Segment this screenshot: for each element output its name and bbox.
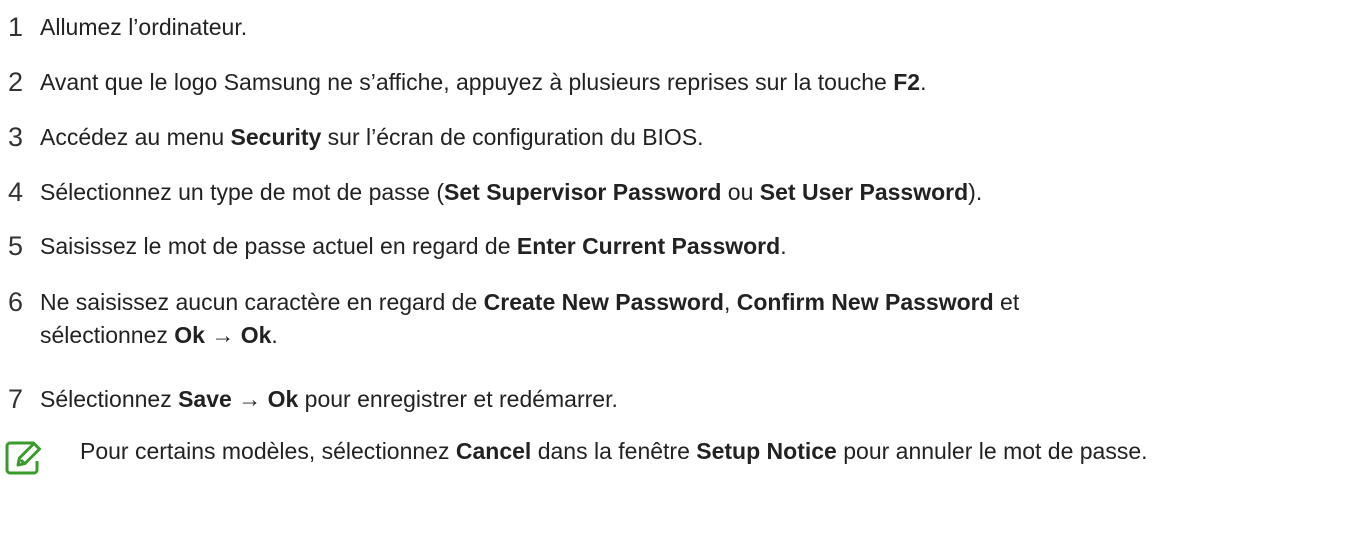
ui-term: Setup Notice — [696, 438, 837, 464]
step-number: 6 — [8, 287, 24, 317]
text-run: → — [231, 386, 268, 412]
ui-term: F2 — [893, 69, 921, 95]
text-run: → — [204, 322, 241, 348]
text-run: . — [780, 233, 787, 259]
text-run: Pour certains modèles, sélectionnez — [80, 438, 456, 464]
text-run: pour annuler le mot de passe. — [836, 438, 1148, 464]
text-run: Sélectionnez — [40, 386, 179, 412]
text-run: Accédez au menu — [40, 124, 231, 150]
ui-term: Save — [178, 386, 232, 412]
text-run: pour enregistrer et redémarrer. — [298, 386, 618, 412]
step-text: Sélectionnez Save → Ok pour enregistrer … — [40, 383, 1330, 416]
note-text: Pour certains modèles, sélectionnez Canc… — [80, 435, 1340, 468]
ui-term: Set User Password — [759, 179, 969, 205]
step-text: Sélectionnez un type de mot de passe (Se… — [40, 176, 1330, 209]
text-run: sur l’écran de configuration du BIOS. — [321, 124, 704, 150]
step-number: 4 — [8, 177, 24, 207]
text-run: Sélectionnez un type de mot de passe ( — [40, 179, 445, 205]
ui-term: Set Supervisor Password — [444, 179, 722, 205]
text-run: dans la fenêtre — [531, 438, 697, 464]
step-text: Allumez l’ordinateur. — [40, 11, 1330, 44]
step-number: 2 — [8, 67, 24, 97]
text-run: , — [723, 289, 737, 315]
step-number: 3 — [8, 122, 24, 152]
text-run: Allumez l’ordinateur. — [40, 14, 248, 40]
step-text: Avant que le logo Samsung ne s’affiche, … — [40, 66, 1330, 99]
ui-term: Ok — [267, 386, 299, 412]
ui-term: Ok — [240, 322, 272, 348]
step-number: 1 — [8, 12, 24, 42]
text-run: Ne saisissez aucun caractère en regard d… — [40, 289, 484, 315]
note-pencil-icon — [4, 439, 42, 477]
step-number: 5 — [8, 231, 24, 261]
ui-term: Ok — [174, 322, 205, 348]
text-run: . — [271, 322, 278, 348]
text-run: ). — [968, 179, 983, 205]
ui-term: Cancel — [455, 438, 532, 464]
ui-term: Enter Current Password — [516, 233, 781, 259]
text-run: . — [920, 69, 927, 95]
step-text: Accédez au menu Security sur l’écran de … — [40, 121, 1330, 154]
text-run: Saisissez le mot de passe actuel en rega… — [40, 233, 517, 259]
text-run: Avant que le logo Samsung ne s’affiche, … — [40, 69, 894, 95]
step-number: 7 — [8, 384, 24, 414]
step-text: Saisissez le mot de passe actuel en rega… — [40, 230, 1330, 263]
ui-term: Confirm New Password — [736, 289, 994, 315]
text-run: ou — [721, 179, 760, 205]
step-text: Ne saisissez aucun caractère en regard d… — [40, 286, 1040, 352]
ui-term: Security — [230, 124, 322, 150]
ui-term: Create New Password — [483, 289, 724, 315]
